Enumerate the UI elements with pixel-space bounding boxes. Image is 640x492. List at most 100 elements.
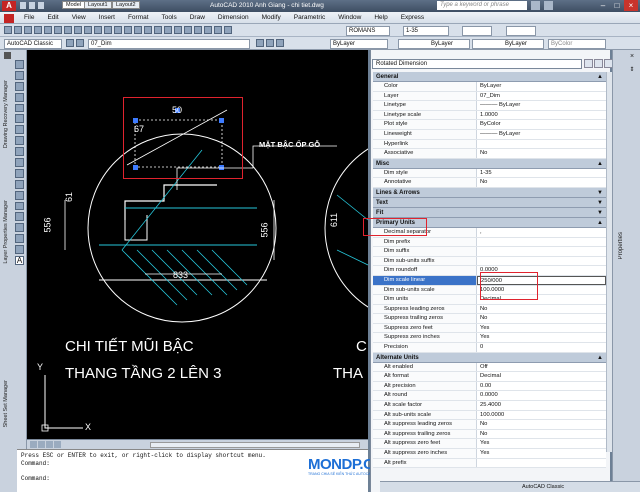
zoom-window-icon[interactable]	[144, 26, 152, 34]
menu-format[interactable]: Format	[128, 14, 149, 21]
collapse-toggle-icon[interactable]: ▲	[597, 159, 603, 169]
property-value[interactable]: No	[477, 304, 606, 314]
redo-icon[interactable]	[38, 2, 44, 9]
table-style-combo[interactable]	[462, 26, 492, 36]
property-value[interactable]: 0.0000	[477, 391, 606, 401]
close-icon[interactable]: ×	[627, 53, 637, 62]
property-value[interactable]: Yes	[477, 439, 606, 448]
property-value[interactable]: Yes	[477, 449, 606, 458]
property-value[interactable]: No	[477, 420, 606, 429]
last-tab-icon[interactable]	[54, 441, 61, 448]
arc-icon[interactable]	[15, 114, 24, 124]
menu-edit[interactable]: Edit	[47, 14, 58, 21]
layer-previous-icon[interactable]	[266, 39, 274, 47]
toggle-pickadd-icon[interactable]	[584, 59, 593, 68]
property-value[interactable]: Decimal	[477, 372, 606, 381]
menu-dimension[interactable]: Dimension	[218, 14, 249, 21]
design-center-icon[interactable]	[174, 26, 182, 34]
tool-palettes-icon[interactable]	[184, 26, 192, 34]
property-row[interactable]: Plot style ByColor	[373, 120, 606, 130]
property-row[interactable]: Dim prefix	[373, 237, 606, 248]
point-icon[interactable]	[15, 201, 24, 211]
collapse-toggle-icon[interactable]: ▲	[597, 353, 603, 363]
menu-parametric[interactable]: Parametric	[294, 14, 325, 21]
mtext-icon[interactable]: A	[15, 256, 24, 266]
workspace-status[interactable]: AutoCAD Classic	[522, 482, 564, 492]
property-value[interactable]: 100.0000	[477, 410, 606, 420]
auto-hide-icon[interactable]: ⇕	[627, 66, 637, 75]
publish-icon[interactable]	[54, 26, 62, 34]
collapse-toggle-icon[interactable]: ▲	[597, 72, 603, 82]
paste-icon[interactable]	[84, 26, 92, 34]
dim-style-combo[interactable]: 1-35	[403, 26, 449, 36]
revcloud-icon[interactable]	[15, 136, 24, 146]
property-value[interactable]: 1.0000	[477, 110, 606, 120]
property-row[interactable]: Suppress zero inches Yes	[373, 333, 606, 344]
properties-icon[interactable]	[164, 26, 172, 34]
property-value[interactable]: 07_Dim	[477, 91, 606, 101]
collapse-toggle-icon[interactable]: ▼	[597, 208, 603, 218]
workspace-combo[interactable]: AutoCAD Classic	[4, 39, 62, 49]
property-row[interactable]: Suppress zero feet Yes	[373, 323, 606, 334]
pan-icon[interactable]	[124, 26, 132, 34]
collapse-toggle-icon[interactable]: ▲	[597, 218, 603, 228]
property-value[interactable]: ——— ByLayer	[477, 129, 606, 139]
property-row[interactable]: Alt format Decimal	[373, 372, 606, 382]
property-value[interactable]: No	[477, 429, 606, 439]
drawing-recovery-tab[interactable]: Drawing Recovery Manager	[3, 80, 9, 148]
collapse-toggle-icon[interactable]: ▼	[597, 198, 603, 208]
property-value[interactable]: Yes	[477, 323, 606, 333]
hatch-icon[interactable]	[15, 212, 24, 222]
property-value[interactable]	[477, 247, 606, 256]
category-lines-arrows[interactable]: Lines & Arrows ▼	[373, 187, 606, 198]
ellipse-icon[interactable]	[15, 158, 24, 167]
property-row[interactable]: Dim suffix	[373, 247, 606, 257]
plot-icon[interactable]	[34, 26, 42, 34]
plotstyle-combo[interactable]: ByColor	[548, 39, 606, 49]
text-style-combo[interactable]: ROMANS	[346, 26, 390, 36]
menu-view[interactable]: View	[72, 14, 86, 21]
layer-combo[interactable]: 07_Dim	[88, 39, 250, 49]
property-row[interactable]: Layer 07_Dim	[373, 91, 606, 102]
open-icon[interactable]	[14, 26, 22, 34]
property-row[interactable]: Dim sub-units suffix	[373, 256, 606, 267]
category-text[interactable]: Text ▼	[373, 197, 606, 208]
property-value[interactable]: 0.00	[477, 381, 606, 391]
property-row[interactable]: Alt sub-units scale 100.0000	[373, 410, 606, 421]
sheet-set-tab[interactable]: Sheet Set Manager	[3, 380, 9, 427]
property-value[interactable]: 25.4000	[477, 401, 606, 410]
category-general[interactable]: General ▲	[373, 72, 606, 82]
menu-file[interactable]: File	[24, 14, 34, 21]
rectangle-icon[interactable]	[15, 103, 24, 113]
property-row[interactable]: Linetype ——— ByLayer	[373, 101, 606, 111]
zoom-icon[interactable]	[134, 26, 142, 34]
search-input[interactable]: Type a keyword or phrase	[437, 1, 527, 10]
property-row[interactable]: Alt suppress leading zeros No	[373, 420, 606, 430]
property-value[interactable]: ByLayer	[477, 82, 606, 91]
region-icon[interactable]	[15, 234, 24, 244]
category-fit[interactable]: Fit ▼	[373, 207, 606, 218]
cut-icon[interactable]	[64, 26, 72, 34]
undo-icon[interactable]	[104, 26, 112, 34]
menu-window[interactable]: Window	[338, 14, 361, 21]
insert-block-icon[interactable]	[15, 179, 24, 189]
property-value[interactable]	[477, 139, 606, 149]
property-row[interactable]: Alt scale factor 25.4000	[373, 401, 606, 411]
save-icon[interactable]	[24, 26, 32, 34]
undo-icon[interactable]	[29, 2, 35, 9]
property-row[interactable]: Linetype scale 1.0000	[373, 110, 606, 121]
help-icon[interactable]	[544, 1, 553, 10]
select-objects-icon[interactable]	[594, 59, 603, 68]
layer-manager-icon[interactable]	[66, 39, 74, 47]
close-icon[interactable]	[4, 52, 11, 59]
sheet-set-icon[interactable]	[194, 26, 202, 34]
gradient-icon[interactable]	[15, 223, 24, 233]
new-icon[interactable]	[4, 26, 12, 34]
property-row[interactable]: Lineweight ——— ByLayer	[373, 129, 606, 140]
preview-icon[interactable]	[44, 26, 52, 34]
spline-icon[interactable]	[15, 147, 24, 157]
property-value[interactable]	[477, 256, 606, 266]
application-menu-button[interactable]: A	[2, 1, 16, 11]
multileader-style-combo[interactable]	[506, 26, 536, 36]
property-row[interactable]: Hyperlink	[373, 139, 606, 150]
